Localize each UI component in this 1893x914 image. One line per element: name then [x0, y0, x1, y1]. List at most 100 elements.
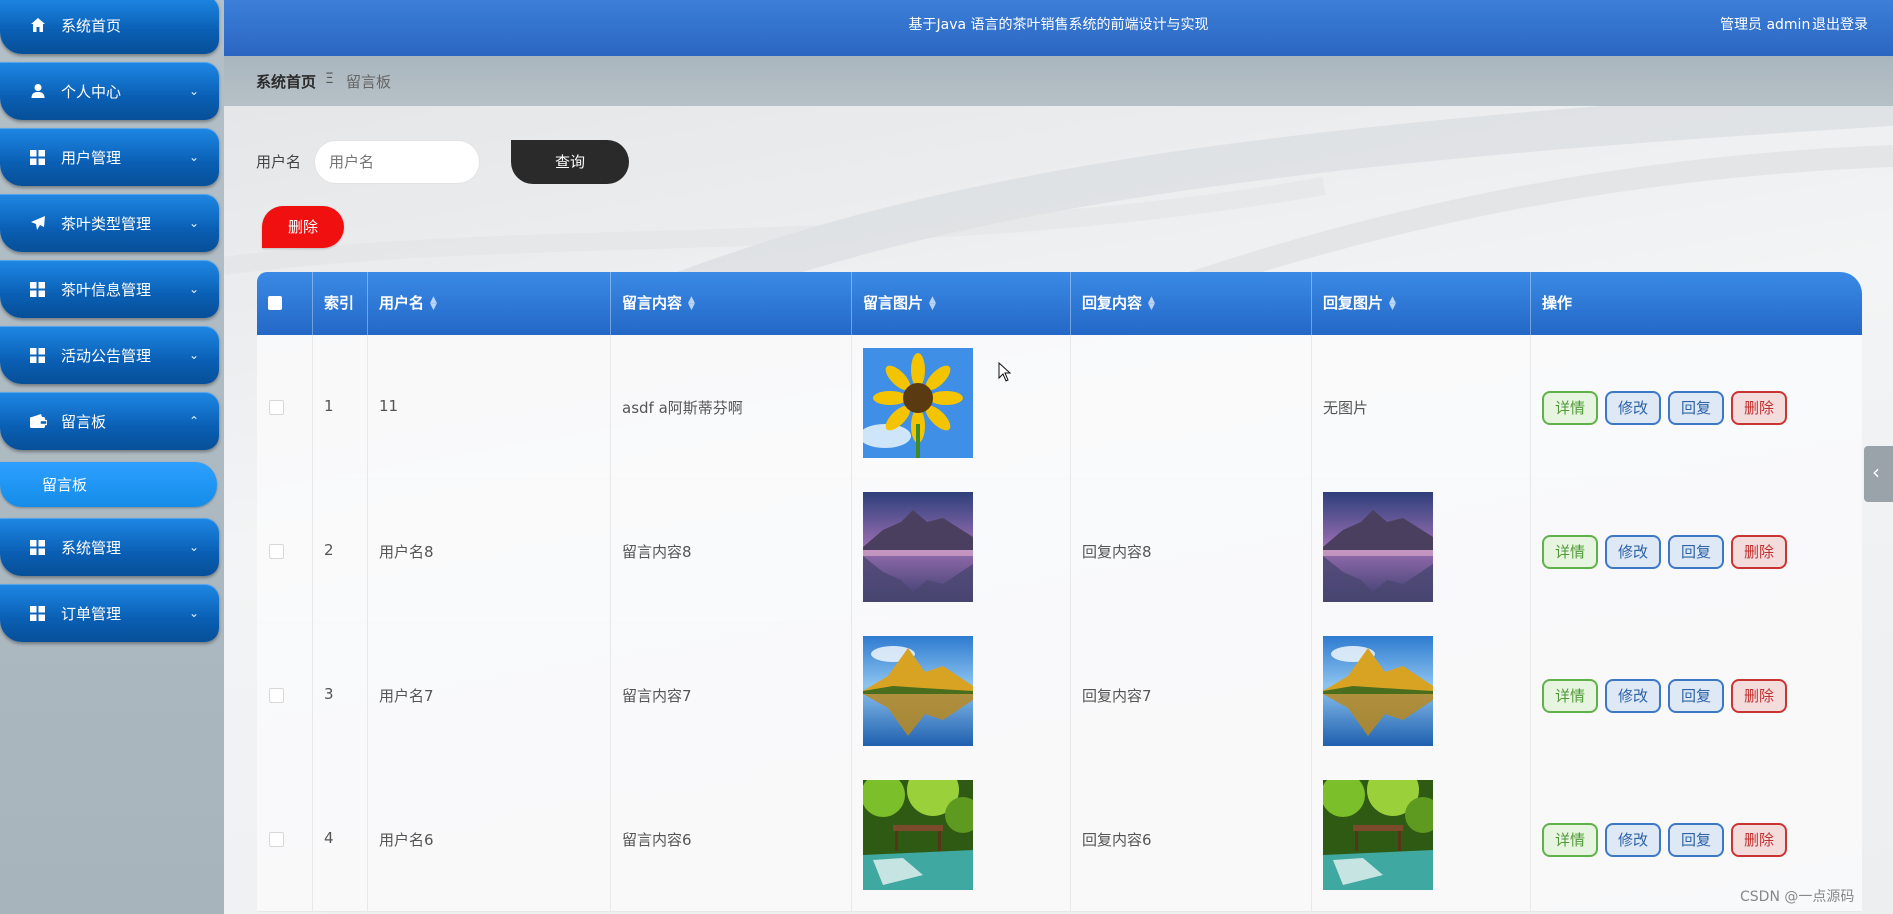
reply-cell: 回复内容8 — [1070, 479, 1311, 623]
index-value: 1 — [324, 397, 334, 415]
reply-button[interactable]: 回复 — [1668, 679, 1724, 713]
content-cell: 留言内容7 — [610, 623, 851, 767]
row-checkbox[interactable] — [269, 400, 284, 415]
delete-button[interactable]: 删除 — [1731, 823, 1787, 857]
top-header: 基于Java 语言的茶叶销售系统的前端设计与实现 管理员 admin 退出登录 — [224, 0, 1893, 56]
edit-button[interactable]: 修改 — [1605, 391, 1661, 425]
system-title: 基于Java 语言的茶叶销售系统的前端设计与实现 — [908, 17, 1209, 33]
reply-image-cell — [1311, 767, 1530, 911]
username-value: 用户名7 — [379, 687, 434, 705]
delete-button[interactable]: 删除 — [1731, 391, 1787, 425]
column-header-reply[interactable]: 回复内容 ▲ ▼ — [1070, 272, 1311, 335]
column-header-username[interactable]: 用户名 ▲ ▼ — [367, 272, 610, 335]
edit-button[interactable]: 修改 — [1605, 679, 1661, 713]
username-cell: 用户名6 — [367, 767, 610, 911]
username-cell: 用户名8 — [367, 479, 610, 623]
column-header-content[interactable]: 留言内容 ▲ ▼ — [610, 272, 851, 335]
reply-button[interactable]: 回复 — [1668, 823, 1724, 857]
chevron-down-icon: ⌄ — [188, 150, 199, 164]
sort-icon[interactable]: ▲ ▼ — [1389, 295, 1396, 311]
sidebar-item-tea-type-management[interactable]: 茶叶类型管理 ⌄ — [0, 194, 219, 252]
delete-button[interactable]: 删除 — [1731, 679, 1787, 713]
select-all-checkbox[interactable] — [268, 296, 282, 310]
edit-button[interactable]: 修改 — [1605, 535, 1661, 569]
reply-cell: 回复内容6 — [1070, 767, 1311, 911]
logout-link[interactable]: 退出登录 — [1812, 14, 1868, 34]
mountain-lake-image[interactable] — [863, 492, 973, 602]
sort-icon[interactable]: ▲ ▼ — [430, 295, 437, 311]
column-header-index[interactable]: 索引 — [312, 272, 367, 335]
sidebar-item-label: 茶叶信息管理 — [61, 280, 152, 299]
user-icon — [30, 62, 46, 120]
username-search-input[interactable] — [314, 140, 480, 184]
batch-delete-button[interactable]: 删除 — [262, 206, 344, 248]
reply-value: 回复内容8 — [1082, 543, 1152, 561]
row-checkbox[interactable] — [269, 832, 284, 847]
sidebar-item-user-management[interactable]: 用户管理 ⌄ — [0, 128, 219, 186]
row-checkbox[interactable] — [269, 544, 284, 559]
reply-value: 回复内容6 — [1082, 831, 1152, 849]
sidebar-item-order-management[interactable]: 订单管理 ⌄ — [0, 584, 219, 642]
chevron-left-icon: ‹ — [1872, 460, 1880, 484]
forest-waterfall-image[interactable] — [863, 780, 973, 890]
sort-icon[interactable]: ▲ ▼ — [688, 295, 695, 311]
mouse-cursor-icon — [998, 362, 1012, 382]
row-select-cell — [257, 335, 312, 479]
table-row: 2 用户名8 留言内容8 回复内容8 详情 修改 回复 删除 — [257, 479, 1862, 624]
main-content: 用户名 查询 删除 索引 用户名 ▲▼ 留言内容 ▲▼ 留言图片 ▲▼ 回复内容 ▲▼ … — [224, 106, 1893, 914]
reply-button[interactable]: 回复 — [1668, 535, 1724, 569]
index-value: 2 — [324, 541, 334, 559]
sunflower-image[interactable] — [863, 348, 973, 458]
sidebar-item-label: 茶叶类型管理 — [61, 214, 152, 233]
content-cell: 留言内容6 — [610, 767, 851, 911]
sidebar-subitem-label: 留言板 — [42, 476, 88, 494]
sidebar-item-personal-center[interactable]: 个人中心 ⌄ — [0, 62, 219, 120]
index-cell: 2 — [312, 479, 367, 623]
chevron-down-icon: ⌄ — [188, 540, 199, 554]
forest-waterfall-reply-image[interactable] — [1323, 780, 1433, 890]
detail-button[interactable]: 详情 — [1542, 679, 1598, 713]
autumn-mountain-reply-image[interactable] — [1323, 636, 1433, 746]
image-cell — [851, 623, 1070, 767]
home-icon — [30, 0, 46, 54]
sidebar-item-tea-info-management[interactable]: 茶叶信息管理 ⌄ — [0, 260, 219, 318]
sidebar-item-label: 个人中心 — [61, 82, 122, 101]
column-header-reply-image[interactable]: 回复图片 ▲ ▼ — [1311, 272, 1530, 335]
column-header-label: 回复图片 — [1323, 294, 1384, 312]
chevron-up-icon: ⌃ — [188, 414, 199, 428]
detail-button[interactable]: 详情 — [1542, 391, 1598, 425]
sort-icon[interactable]: ▲ ▼ — [929, 295, 936, 311]
actions-cell: 详情 修改 回复 删除 — [1530, 479, 1862, 623]
detail-button[interactable]: 详情 — [1542, 823, 1598, 857]
sidebar-item-announcement-management[interactable]: 活动公告管理 ⌄ — [0, 326, 219, 384]
grid-icon — [30, 326, 45, 384]
breadcrumb-current: 留言板 — [346, 73, 392, 91]
edit-button[interactable]: 修改 — [1605, 823, 1661, 857]
column-header-actions: 操作 — [1530, 272, 1862, 335]
sidebar-subitem-message-board[interactable]: 留言板 — [0, 462, 217, 507]
search-label: 用户名 — [256, 153, 302, 171]
grid-icon — [30, 584, 45, 642]
sort-icon[interactable]: ▲ ▼ — [1148, 295, 1155, 311]
search-button[interactable]: 查询 — [511, 140, 629, 184]
wallet-icon — [30, 392, 47, 450]
breadcrumb-home[interactable]: 系统首页 — [256, 71, 316, 92]
watermark: CSDN @一点源码 — [1740, 889, 1855, 905]
reply-button[interactable]: 回复 — [1668, 391, 1724, 425]
autumn-mountain-image[interactable] — [863, 636, 973, 746]
breadcrumb: 系统首页 Ξ 留言板 — [224, 56, 1893, 106]
row-checkbox[interactable] — [269, 688, 284, 703]
sidebar-item-home[interactable]: 系统首页 — [0, 0, 219, 54]
sidebar-item-message-board[interactable]: 留言板 ⌃ — [0, 392, 219, 450]
mountain-lake-reply-image[interactable] — [1323, 492, 1433, 602]
row-select-cell — [257, 623, 312, 767]
side-panel-toggle[interactable]: ‹ — [1864, 446, 1893, 502]
header-select-all-cell — [257, 272, 312, 335]
content-cell: 留言内容8 — [610, 479, 851, 623]
delete-button[interactable]: 删除 — [1731, 535, 1787, 569]
sidebar-item-system-management[interactable]: 系统管理 ⌄ — [0, 518, 219, 576]
reply-image-cell: 无图片 — [1311, 335, 1530, 479]
chevron-down-icon: ⌄ — [188, 606, 199, 620]
detail-button[interactable]: 详情 — [1542, 535, 1598, 569]
column-header-image[interactable]: 留言图片 ▲ ▼ — [851, 272, 1070, 335]
